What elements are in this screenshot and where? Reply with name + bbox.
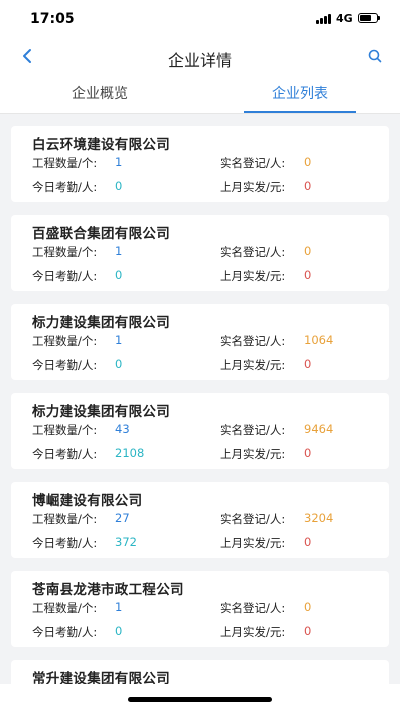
projects-value: 43 <box>115 422 130 436</box>
page-title: 企业详情 <box>167 51 232 70</box>
paid-label: 上月实发/元: <box>220 625 286 639</box>
attendance-label: 今日考勤/人: <box>32 269 98 283</box>
projects-value: 1 <box>115 333 123 347</box>
paid-label: 上月实发/元: <box>220 536 286 550</box>
search-button[interactable] <box>367 48 383 64</box>
registered-value: 0 <box>304 244 312 258</box>
attendance-label: 今日考勤/人: <box>32 625 98 639</box>
registered-label: 实名登记/人: <box>220 601 286 615</box>
home-indicator[interactable] <box>128 697 272 702</box>
registered-label: 实名登记/人: <box>220 156 286 170</box>
company-list: 白云环境建设有限公司 工程数量/个: 1 实名登记/人: 0 今日考勤/人: 0… <box>0 114 400 684</box>
projects-value: 1 <box>115 155 123 169</box>
projects-value: 1 <box>115 600 123 614</box>
company-name: 博崛建设有限公司 <box>32 493 143 509</box>
projects-label: 工程数量/个: <box>32 156 98 170</box>
status-time: 17:05 <box>30 11 75 27</box>
attendance-value: 0 <box>115 624 123 638</box>
paid-value: 0 <box>304 535 312 549</box>
navigation-bar: 企业详情 <box>0 38 400 76</box>
registered-label: 实名登记/人: <box>220 245 286 259</box>
attendance-value: 372 <box>115 535 137 549</box>
company-card[interactable]: 标力建设集团有限公司 工程数量/个: 1 实名登记/人: 1064 今日考勤/人… <box>11 304 389 380</box>
company-name: 标力建设集团有限公司 <box>32 404 170 420</box>
company-card[interactable]: 白云环境建设有限公司 工程数量/个: 1 实名登记/人: 0 今日考勤/人: 0… <box>11 126 389 202</box>
registered-value: 0 <box>304 600 312 614</box>
company-card[interactable]: 常升建设集团有限公司 <box>11 660 389 684</box>
attendance-label: 今日考勤/人: <box>32 358 98 372</box>
network-type: 4G <box>336 12 353 25</box>
attendance-value: 2108 <box>115 446 145 460</box>
paid-value: 0 <box>304 179 312 193</box>
tab-bar: 企业概览 企业列表 <box>0 76 400 114</box>
registered-value: 1064 <box>304 333 334 347</box>
projects-label: 工程数量/个: <box>32 423 98 437</box>
projects-value: 1 <box>115 244 123 258</box>
projects-label: 工程数量/个: <box>32 334 98 348</box>
tab-enterprise-list[interactable]: 企业列表 <box>200 76 400 113</box>
registered-value: 3204 <box>304 511 334 525</box>
paid-label: 上月实发/元: <box>220 180 286 194</box>
registered-label: 实名登记/人: <box>220 334 286 348</box>
registered-label: 实名登记/人: <box>220 423 286 437</box>
company-name: 白云环境建设有限公司 <box>32 137 170 153</box>
attendance-value: 0 <box>115 357 123 371</box>
projects-label: 工程数量/个: <box>32 601 98 615</box>
search-icon <box>368 49 382 63</box>
paid-label: 上月实发/元: <box>220 358 286 372</box>
attendance-value: 0 <box>115 179 123 193</box>
attendance-value: 0 <box>115 268 123 282</box>
paid-label: 上月实发/元: <box>220 269 286 283</box>
attendance-label: 今日考勤/人: <box>32 180 98 194</box>
attendance-label: 今日考勤/人: <box>32 447 98 461</box>
company-name: 百盛联合集团有限公司 <box>32 226 170 242</box>
paid-label: 上月实发/元: <box>220 447 286 461</box>
company-name: 苍南县龙港市政工程公司 <box>32 582 184 598</box>
paid-value: 0 <box>304 624 312 638</box>
registered-value: 0 <box>304 155 312 169</box>
battery-icon <box>358 13 380 23</box>
company-card[interactable]: 苍南县龙港市政工程公司 工程数量/个: 1 实名登记/人: 0 今日考勤/人: … <box>11 571 389 647</box>
cellular-signal-icon <box>316 14 331 24</box>
registered-label: 实名登记/人: <box>220 512 286 526</box>
projects-value: 27 <box>115 511 130 525</box>
tab-enterprise-overview[interactable]: 企业概览 <box>0 76 200 113</box>
status-bar: 17:05 4G <box>0 0 400 38</box>
company-card[interactable]: 博崛建设有限公司 工程数量/个: 27 实名登记/人: 3204 今日考勤/人:… <box>11 482 389 558</box>
paid-value: 0 <box>304 268 312 282</box>
registered-value: 9464 <box>304 422 334 436</box>
company-card[interactable]: 百盛联合集团有限公司 工程数量/个: 1 实名登记/人: 0 今日考勤/人: 0… <box>11 215 389 291</box>
company-name: 常升建设集团有限公司 <box>32 671 170 684</box>
attendance-label: 今日考勤/人: <box>32 536 98 550</box>
paid-value: 0 <box>304 446 312 460</box>
projects-label: 工程数量/个: <box>32 512 98 526</box>
paid-value: 0 <box>304 357 312 371</box>
company-card[interactable]: 标力建设集团有限公司 工程数量/个: 43 实名登记/人: 9464 今日考勤/… <box>11 393 389 469</box>
home-indicator-area <box>0 684 400 710</box>
company-name: 标力建设集团有限公司 <box>32 315 170 331</box>
projects-label: 工程数量/个: <box>32 245 98 259</box>
battery-level <box>360 15 371 21</box>
